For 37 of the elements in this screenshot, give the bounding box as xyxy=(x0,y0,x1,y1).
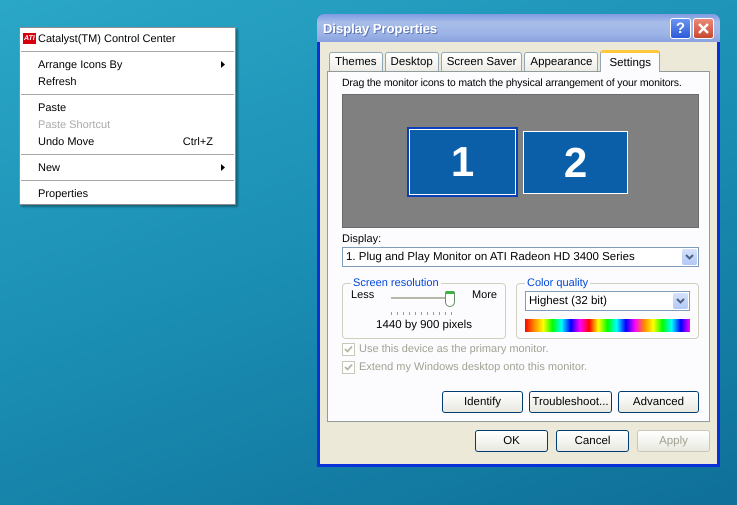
monitor-icon[interactable]: 1 xyxy=(409,129,516,195)
slider-min-label: Less xyxy=(351,289,374,301)
menu-item[interactable]: Undo Move Ctrl+Z xyxy=(20,133,235,150)
close-icon xyxy=(698,22,709,34)
tab[interactable]: Appearance xyxy=(524,52,598,71)
resolution-value: 1440 by 900 pixels xyxy=(375,319,473,331)
menu-item[interactable]: Paste xyxy=(20,99,235,116)
menu-item[interactable]: Refresh xyxy=(20,73,235,90)
display-label: Display: xyxy=(342,233,382,245)
tab[interactable]: Settings xyxy=(600,50,660,72)
resolution-slider[interactable] xyxy=(389,291,458,317)
checkbox-label: Use this device as the primary monitor. xyxy=(359,343,549,355)
slider-thumb[interactable] xyxy=(445,291,456,307)
group-title: Screen resolution xyxy=(352,277,440,289)
checkbox-label: Extend my Windows desktop onto this monitor. xyxy=(359,361,588,373)
menu-item[interactable]: Arrange Icons By xyxy=(20,56,235,73)
dialog-button[interactable]: Cancel xyxy=(556,430,629,452)
window-title: Display Properties xyxy=(323,20,438,36)
submenu-arrow-icon xyxy=(221,164,225,171)
dialog-button[interactable]: Identify xyxy=(442,391,523,413)
monitor-icon[interactable]: 2 xyxy=(523,131,628,194)
dialog-button[interactable]: OK xyxy=(475,430,548,452)
close-button[interactable] xyxy=(693,18,714,38)
instruction-text: Drag the monitor icons to match the physical arrangement of your monitors. xyxy=(342,77,683,89)
slider-max-label: More xyxy=(472,289,497,301)
dialog-button[interactable]: Troubleshoot... xyxy=(529,391,612,413)
group-title: Color quality xyxy=(526,277,590,289)
help-button[interactable]: ? xyxy=(670,18,691,38)
tab[interactable]: Desktop xyxy=(384,52,439,71)
menu-item[interactable]: Properties xyxy=(20,185,235,202)
display-dropdown[interactable]: 1. Plug and Play Monitor on ATI Radeon HD 3400 Series xyxy=(342,247,699,267)
color-quality-dropdown[interactable]: Highest (32 bit) xyxy=(525,291,690,311)
tab[interactable]: Screen Saver xyxy=(440,52,522,71)
tab[interactable]: Themes xyxy=(329,52,383,71)
dialog-button[interactable]: Advanced xyxy=(618,391,699,413)
menu-item[interactable]: New xyxy=(20,159,235,176)
submenu-arrow-icon xyxy=(221,61,225,68)
